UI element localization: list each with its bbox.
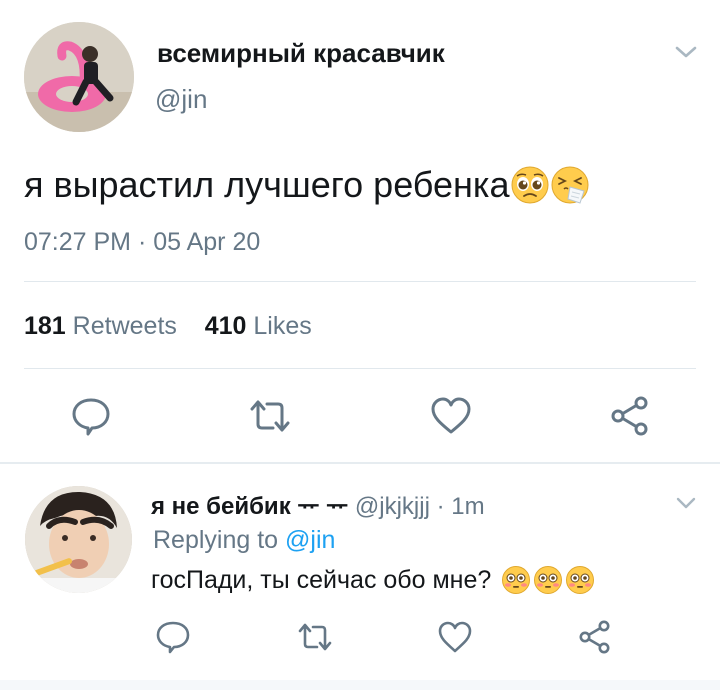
bottom-separator [0, 680, 720, 690]
flushed-face-icon [533, 565, 563, 595]
chevron-down-icon[interactable] [675, 494, 697, 512]
tweet-text-content: я вырастил лучшего ребенка [24, 164, 510, 205]
replying-to: Replying to @jin [153, 526, 335, 555]
chevron-down-icon[interactable] [674, 42, 698, 62]
pleading-face-icon [510, 165, 550, 205]
tweet-text: я вырастил лучшего ребенка [24, 164, 590, 206]
share-icon[interactable] [577, 620, 613, 654]
reply-author-name[interactable]: я не бейбик ᅲ ᅲ [151, 493, 348, 520]
like-icon[interactable] [437, 620, 473, 654]
author-avatar[interactable] [24, 22, 134, 132]
reply-author-handle[interactable]: @jkjkjjj [355, 493, 430, 520]
likes-count[interactable]: 410 [205, 312, 247, 340]
reply-text: госПади, ты сейчас обо мне? [151, 565, 595, 595]
replying-mention-link[interactable]: @jin [285, 526, 335, 554]
author-handle[interactable]: @jin [155, 84, 207, 115]
reply-header: я не бейбик ᅲ ᅲ @jkjkjjj · 1m [151, 486, 485, 521]
divider [24, 368, 696, 369]
tweet-timestamp[interactable]: 07:27 PM · 05 Apr 20 [24, 228, 260, 257]
flushed-face-icon [501, 565, 531, 595]
share-icon[interactable] [609, 396, 651, 436]
author-name[interactable]: всемирный красавчик [157, 38, 445, 69]
retweet-icon[interactable] [249, 396, 291, 436]
reply-icon[interactable] [70, 396, 112, 436]
retweet-icon[interactable] [297, 620, 333, 654]
tweet-separator [0, 462, 720, 464]
divider [24, 281, 696, 282]
reply-text-content: госПади, ты сейчас обо мне? [151, 565, 492, 594]
flushed-face-icon [565, 565, 595, 595]
like-icon[interactable] [430, 396, 472, 436]
retweets-count[interactable]: 181 [24, 312, 66, 340]
retweets-label[interactable]: Retweets [73, 312, 177, 340]
replying-label: Replying to [153, 526, 279, 554]
reply-time: · 1m [429, 493, 485, 520]
tweet-stats: 181 Retweets 410 Likes [24, 312, 312, 341]
reply-icon[interactable] [155, 620, 191, 654]
likes-label[interactable]: Likes [253, 312, 311, 340]
reply-author-avatar[interactable] [25, 486, 132, 593]
sneezing-face-icon [550, 165, 590, 205]
